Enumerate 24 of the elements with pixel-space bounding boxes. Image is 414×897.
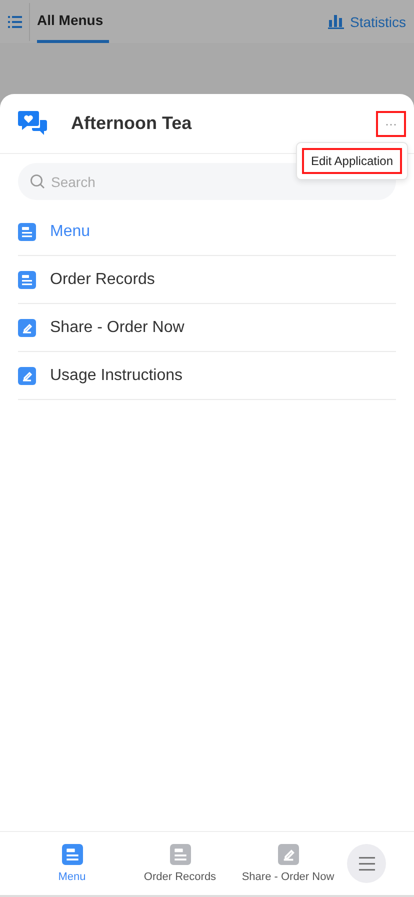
document-icon — [18, 222, 36, 240]
nav-tab[interactable]: Menu — [18, 844, 126, 883]
chat-heart-icon — [18, 110, 47, 137]
pencil-icon — [18, 366, 36, 384]
all-menus-tab[interactable]: All Menus — [37, 0, 110, 43]
bar-chart-icon — [328, 14, 344, 29]
menu-button[interactable] — [347, 844, 386, 883]
nav-tab[interactable]: Order Records — [126, 844, 234, 883]
list-icon[interactable] — [8, 16, 22, 28]
menu-item[interactable]: Menu — [18, 208, 396, 256]
document-icon — [170, 844, 190, 865]
menu-icon — [358, 856, 374, 870]
document-icon — [62, 844, 82, 865]
document-icon — [18, 270, 36, 288]
search-icon — [30, 174, 45, 189]
pencil-icon — [18, 318, 36, 336]
more-button[interactable]: ··· — [376, 110, 406, 136]
menu-item[interactable]: Order Records — [18, 256, 396, 304]
pencil-icon — [278, 844, 298, 865]
menu-item[interactable]: Usage Instructions — [18, 352, 396, 400]
app-title: Afternoon Tea — [71, 113, 192, 134]
menu-item[interactable]: Share - Order Now — [18, 304, 396, 352]
nav-tab[interactable]: Share - Order Now — [234, 844, 342, 883]
edit-application-item[interactable]: Edit Application — [302, 148, 402, 174]
